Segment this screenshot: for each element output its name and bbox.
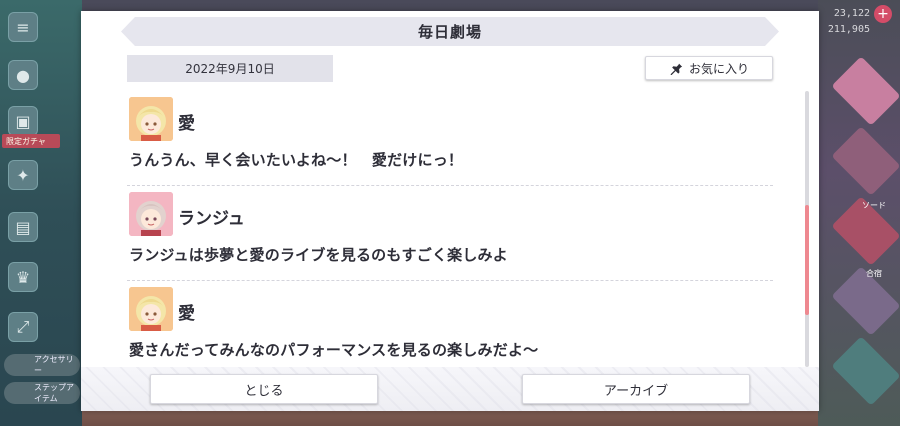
daily-theater-dialog: 毎日劇場 2022年9月10日 お気に入り 愛 うんうん、早く会いたいよね〜！ … bbox=[81, 11, 819, 411]
pin-icon bbox=[669, 61, 683, 75]
list-item: 愛 愛さんだってみんなのパフォーマンスを見るの楽しみだよ〜 bbox=[127, 281, 773, 367]
lanzhu-avatar bbox=[129, 192, 173, 236]
favorite-button-label: お気に入り bbox=[688, 61, 749, 76]
message-text: ランジュは歩夢と愛のライブを見るのもすごく楽しみよ bbox=[129, 246, 508, 264]
camp-tile-label: 合宿 bbox=[866, 269, 882, 278]
profile-icon[interactable]: ▤ bbox=[8, 212, 38, 242]
speaker-name: 愛 bbox=[178, 114, 195, 134]
message-text: 愛さんだってみんなのパフォーマンスを見るの楽しみだよ〜 bbox=[129, 341, 539, 359]
currency-counter: 23,122 bbox=[833, 8, 870, 19]
point-counter: 211,905 bbox=[827, 24, 870, 35]
ai-avatar bbox=[129, 287, 173, 331]
expand-icon[interactable]: ⤢ bbox=[8, 312, 38, 342]
right-menu-panel: 23,122 211,905 + ソード 合宿 bbox=[818, 0, 900, 426]
left-menu-panel: ≡ ● ▣ 限定ガチャ ✦ ▤ ♛ ⤢ アクセサリー ステップアイテム bbox=[0, 0, 82, 426]
gacha-label: 限定ガチャ bbox=[2, 134, 60, 148]
list-item: 愛 うんうん、早く会いたいよね〜！ 愛だけにっ！ bbox=[127, 91, 773, 186]
message-list[interactable]: 愛 うんうん、早く会いたいよね〜！ 愛だけにっ！ ランジュ ランジュは歩夢と愛の… bbox=[127, 91, 773, 367]
dialog-footer: とじる アーカイブ bbox=[81, 367, 819, 411]
archive-button[interactable]: アーカイブ bbox=[522, 374, 750, 404]
menu-icon[interactable]: ≡ bbox=[8, 12, 38, 42]
gift-icon[interactable]: ✦ bbox=[8, 160, 38, 190]
scrollbar-thumb[interactable] bbox=[805, 205, 809, 315]
shop-icon[interactable]: ▣ bbox=[8, 106, 38, 136]
message-text: うんうん、早く会いたいよね〜！ 愛だけにっ！ bbox=[129, 151, 464, 169]
live-tile[interactable] bbox=[831, 336, 900, 406]
date-label: 2022年9月10日 bbox=[127, 55, 333, 82]
event-tile[interactable] bbox=[831, 126, 900, 196]
dialog-title: 毎日劇場 bbox=[417, 23, 482, 41]
close-button[interactable]: とじる bbox=[150, 374, 378, 404]
add-currency-button[interactable]: + bbox=[874, 5, 892, 23]
list-item: ランジュ ランジュは歩夢と愛のライブを見るのもすごく楽しみよ bbox=[127, 186, 773, 281]
sword-tile-label: ソード bbox=[862, 201, 886, 210]
story-tile[interactable] bbox=[831, 56, 900, 126]
scrollbar[interactable] bbox=[805, 91, 809, 367]
favorite-button[interactable]: お気に入り bbox=[645, 56, 773, 80]
dialog-title-bar: 毎日劇場 bbox=[121, 17, 779, 46]
speaker-name: 愛 bbox=[178, 304, 195, 324]
accessory-pill[interactable]: アクセサリー bbox=[4, 354, 80, 376]
chat-icon[interactable]: ● bbox=[8, 60, 38, 90]
ai-avatar bbox=[129, 97, 173, 141]
step-item-pill[interactable]: ステップアイテム bbox=[4, 382, 80, 404]
trophy-icon[interactable]: ♛ bbox=[8, 262, 38, 292]
speaker-name: ランジュ bbox=[178, 209, 245, 229]
